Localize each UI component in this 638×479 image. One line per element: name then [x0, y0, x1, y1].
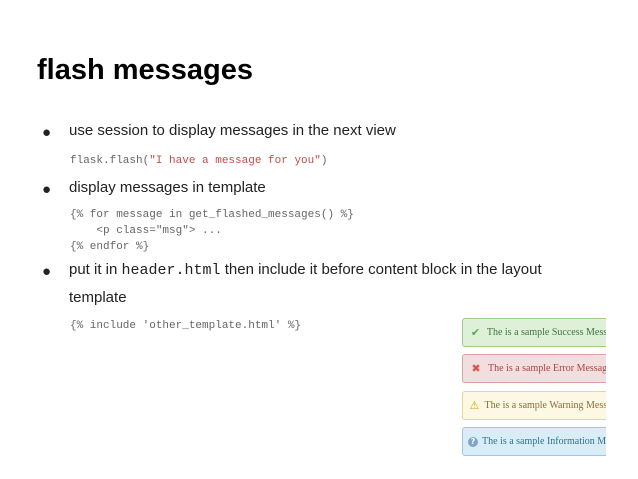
bullet-marker: ●	[42, 181, 52, 198]
slide-title: flash messages	[37, 54, 254, 86]
alert-success-text: The is a sample Success Message	[486, 327, 606, 338]
code-template-block: {% for message in get_flashed_messages()…	[70, 207, 354, 255]
code-flash-call: flask.flash("I have a message for you")	[70, 153, 327, 169]
inline-code-header: header.html	[121, 262, 221, 279]
alert-warning-text: The is a sample Warning Message	[484, 400, 606, 411]
cross-icon: ✖	[471, 362, 481, 375]
alert-info: ? The is a sample Information Message	[462, 427, 606, 456]
check-icon: ✔	[470, 326, 481, 339]
code-flash-prefix: flask.flash(	[70, 155, 150, 167]
code-line: {% for message in get_flashed_messages()…	[70, 209, 354, 221]
flash-alerts-sample: ✔ The is a sample Success Message ✖ The …	[462, 318, 606, 458]
alert-error-text: The is a sample Error Message	[488, 363, 606, 374]
alert-success: ✔ The is a sample Success Message	[462, 318, 606, 347]
bullet-3-text-line2: template	[69, 289, 127, 306]
code-flash-suffix: )	[320, 155, 328, 167]
code-flash-string: "I have a message for you"	[149, 155, 321, 167]
bullet-1-text: use session to display messages in the n…	[69, 122, 396, 139]
alert-error: ✖ The is a sample Error Message	[462, 354, 606, 383]
bullet-3-text: put it in header.html then include it be…	[69, 261, 542, 279]
code-line: <p class="msg"> ...	[70, 225, 222, 237]
code-include: {% include 'other_template.html' %}	[70, 320, 302, 332]
warning-icon: ⚠	[469, 399, 480, 412]
alert-warning: ⚠ The is a sample Warning Message	[462, 391, 606, 420]
code-line: {% endfor %}	[70, 241, 150, 253]
info-icon: ?	[468, 436, 478, 447]
bullet-marker: ●	[42, 263, 52, 280]
bullet-2-text: display messages in template	[69, 179, 266, 196]
alert-info-text: The is a sample Information Message	[482, 436, 606, 447]
bullet-3-text-after: then include it before content block in …	[220, 261, 542, 278]
bullet-3-text-before: put it in	[69, 261, 122, 278]
bullet-marker: ●	[42, 124, 52, 141]
